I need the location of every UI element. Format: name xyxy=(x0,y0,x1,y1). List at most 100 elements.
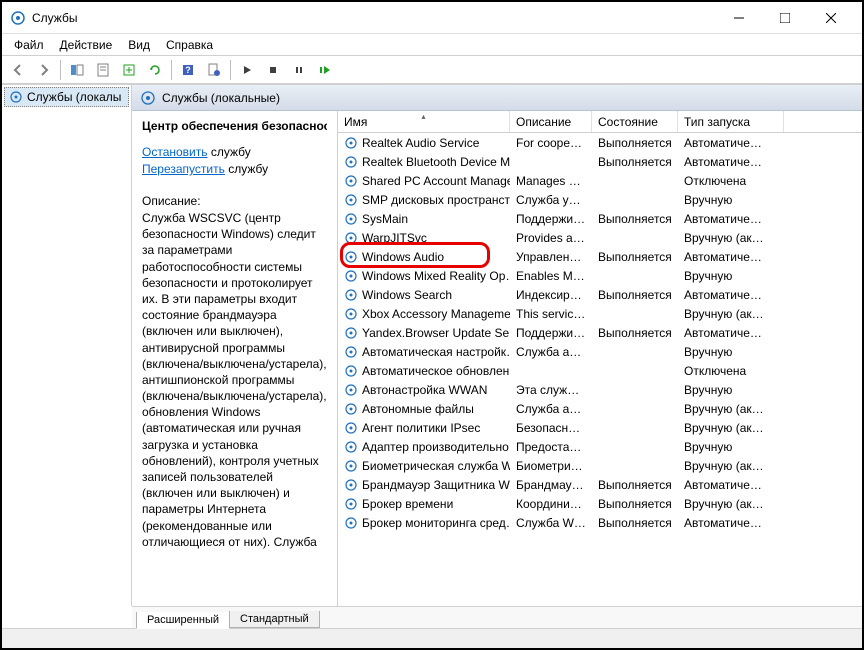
start-service-button[interactable] xyxy=(235,58,259,82)
stop-service-button[interactable] xyxy=(261,58,285,82)
cell-start: Вручную (ак… xyxy=(678,497,784,511)
cell-name: Realtek Bluetooth Device M… xyxy=(338,155,510,169)
cell-desc: Поддержи… xyxy=(510,212,592,226)
service-row[interactable]: Автоматическое обновлен…Отключена xyxy=(338,361,862,380)
cell-start: Вручную xyxy=(678,193,784,207)
service-row[interactable]: Windows SearchИндексир…ВыполняетсяАвтома… xyxy=(338,285,862,304)
cell-start: Вручную (ак… xyxy=(678,231,784,245)
main-body: Службы (локалы Службы (локальные) Центр … xyxy=(2,84,862,606)
separator xyxy=(171,60,172,80)
app-icon xyxy=(10,10,26,26)
pane-header-title: Службы (локальные) xyxy=(162,91,280,105)
service-row[interactable]: Брокер времениКоордини…ВыполняетсяВручну… xyxy=(338,494,862,513)
service-row[interactable]: Брокер мониторинга сред…Служба W…Выполня… xyxy=(338,513,862,532)
restart-action: Перезапустить службу xyxy=(142,162,327,176)
cell-name: Биометрическая служба W… xyxy=(338,459,510,473)
cell-name: Адаптер производительно… xyxy=(338,440,510,454)
export-button[interactable] xyxy=(117,58,141,82)
cell-name: Windows Audio xyxy=(338,250,510,264)
column-state[interactable]: Состояние xyxy=(592,111,678,132)
service-row[interactable]: Realtek Bluetooth Device M…ВыполняетсяАв… xyxy=(338,152,862,171)
cell-desc: Provides a … xyxy=(510,231,592,245)
cell-desc: Служба уз… xyxy=(510,193,592,207)
gear-icon xyxy=(140,90,156,106)
cell-desc: Поддержи… xyxy=(510,326,592,340)
service-row[interactable]: Realtek Audio ServiceFor cooper…Выполняе… xyxy=(338,133,862,152)
restart-service-button[interactable] xyxy=(313,58,337,82)
column-startup[interactable]: Тип запуска xyxy=(678,111,784,132)
statusbar xyxy=(2,628,862,648)
column-description[interactable]: Описание xyxy=(510,111,592,132)
service-row[interactable]: WarpJITSvcProvides a … Вручную (ак… xyxy=(338,228,862,247)
service-row[interactable]: Автономные файлыСлужба ав…Вручную (ак… xyxy=(338,399,862,418)
service-row[interactable]: Автоматическая настройк…Служба ав…Вручну… xyxy=(338,342,862,361)
cell-state: Выполняется xyxy=(592,497,678,511)
cell-name: SMP дисковых пространст… xyxy=(338,193,510,207)
cell-state: Выполняется xyxy=(592,516,678,530)
stop-link[interactable]: Остановить xyxy=(142,145,208,159)
service-row[interactable]: Биометрическая служба W…Биометри… Вручную… xyxy=(338,456,862,475)
service-row[interactable]: Автонастройка WWANЭта служб…Вручную xyxy=(338,380,862,399)
service-row[interactable]: Xbox Accessory Manageme…This servic…Вруч… xyxy=(338,304,862,323)
service-row[interactable]: SMP дисковых пространст…Служба уз… Вручну… xyxy=(338,190,862,209)
maximize-button[interactable] xyxy=(762,2,808,34)
cell-start: Вручную xyxy=(678,383,784,397)
refresh-button[interactable] xyxy=(143,58,167,82)
menu-help[interactable]: Справка xyxy=(158,36,221,54)
detail-pane: Центр обеспечения безопасности Остановит… xyxy=(132,111,338,606)
help-button[interactable]: ? xyxy=(176,58,200,82)
help2-button[interactable] xyxy=(202,58,226,82)
tab-extended[interactable]: Расширенный xyxy=(136,612,230,629)
back-button[interactable] xyxy=(6,58,30,82)
restart-link[interactable]: Перезапустить xyxy=(142,162,225,176)
tab-standard[interactable]: Стандартный xyxy=(229,611,320,628)
tree-root-label: Службы (локалы xyxy=(27,90,121,104)
service-row[interactable]: Брандмауэр Защитника W…Брандмау…Выполняе… xyxy=(338,475,862,494)
minimize-button[interactable] xyxy=(716,2,762,34)
cell-state: Выполняется xyxy=(592,326,678,340)
pause-service-button[interactable] xyxy=(287,58,311,82)
column-name[interactable]: Имя▴ xyxy=(338,111,510,132)
services-window: Службы Файл Действие Вид Справка ? Служб… xyxy=(0,0,864,650)
service-row[interactable]: Windows Mixed Reality Op…Enables Mi…Вруч… xyxy=(338,266,862,285)
cell-state: Выполняется xyxy=(592,155,678,169)
titlebar: Службы xyxy=(2,2,862,34)
cell-start: Автоматиче… xyxy=(678,516,784,530)
separator xyxy=(230,60,231,80)
cell-state: Выполняется xyxy=(592,136,678,150)
cell-start: Отключена xyxy=(678,364,784,378)
cell-start: Автоматиче… xyxy=(678,212,784,226)
cell-desc: Служба ав… xyxy=(510,402,592,416)
cell-desc: Брандмау… xyxy=(510,478,592,492)
cell-start: Вручную xyxy=(678,269,784,283)
cell-name: Автономные файлы xyxy=(338,402,510,416)
cell-desc: Управлен… xyxy=(510,250,592,264)
forward-button[interactable] xyxy=(32,58,56,82)
service-row[interactable]: SysMainПоддержи…ВыполняетсяАвтоматиче… xyxy=(338,209,862,228)
gear-icon xyxy=(9,90,23,104)
list-header: Имя▴ Описание Состояние Тип запуска xyxy=(338,111,862,133)
tree-root-services[interactable]: Службы (локалы xyxy=(4,87,129,107)
cell-start: Вручную (ак… xyxy=(678,459,784,473)
service-row[interactable]: Shared PC Account ManagerManages p…Отклю… xyxy=(338,171,862,190)
service-row[interactable]: Агент политики IPsecБезопасно…Вручную (а… xyxy=(338,418,862,437)
cell-name: Shared PC Account Manager xyxy=(338,174,510,188)
cell-start: Вручную xyxy=(678,345,784,359)
menu-action[interactable]: Действие xyxy=(52,36,121,54)
properties-button[interactable] xyxy=(91,58,115,82)
list-body[interactable]: Realtek Audio ServiceFor cooper…Выполняе… xyxy=(338,133,862,606)
cell-state: Выполняется xyxy=(592,250,678,264)
service-row[interactable]: Windows AudioУправлен…ВыполняетсяАвтомат… xyxy=(338,247,862,266)
cell-desc: Биометри… xyxy=(510,459,592,473)
menu-view[interactable]: Вид xyxy=(120,36,158,54)
description-text: Служба WSCSVC (центр безопасности Window… xyxy=(142,210,327,550)
menu-file[interactable]: Файл xyxy=(6,36,52,54)
close-button[interactable] xyxy=(808,2,854,34)
cell-start: Вручную xyxy=(678,440,784,454)
show-hide-button[interactable] xyxy=(65,58,89,82)
service-row[interactable]: Yandex.Browser Update Ser…Поддержи…Выпол… xyxy=(338,323,862,342)
service-row[interactable]: Адаптер производительно…Предостав…Вручну… xyxy=(338,437,862,456)
cell-start: Вручную (ак… xyxy=(678,307,784,321)
cell-start: Автоматиче… xyxy=(678,250,784,264)
cell-name: WarpJITSvc xyxy=(338,231,510,245)
